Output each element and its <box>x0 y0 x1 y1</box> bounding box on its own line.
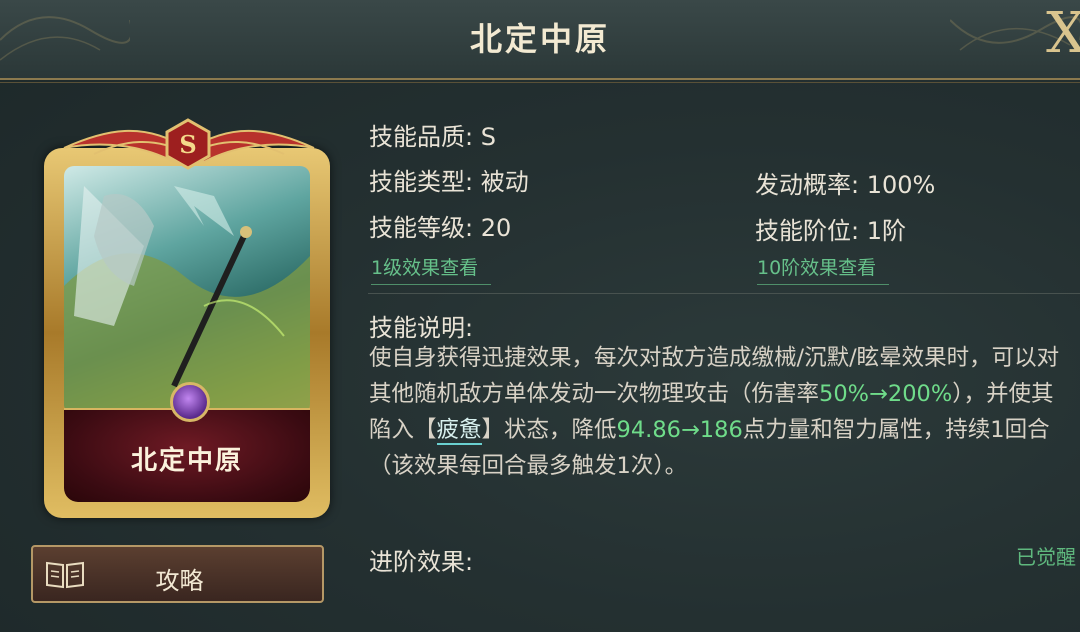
skill-quality: 技能品质: S <box>369 123 496 151</box>
advance-effect-title: 进阶效果: <box>369 548 474 576</box>
grade-badge: S <box>165 118 211 170</box>
guide-button-label: 攻略 <box>155 567 204 595</box>
trigger-rate: 发动概率: 100% <box>755 171 936 199</box>
description-title: 技能说明: <box>369 314 474 342</box>
attribute-reduce-range: 94.86→186 <box>616 417 743 443</box>
guide-button[interactable]: 攻略 <box>31 545 324 603</box>
awakened-status: 已觉醒 <box>1016 545 1076 569</box>
artwork-image <box>64 186 310 414</box>
skill-type: 技能类型: 被动 <box>369 168 529 196</box>
card-name: 北定中原 <box>130 446 243 476</box>
title-bar: 北定中原 X <box>0 0 1080 80</box>
tier10-effect-link[interactable]: 10阶效果查看 <box>757 253 876 280</box>
card-artwork <box>64 166 310 414</box>
skill-tier: 技能阶位: 1阶 <box>755 217 906 245</box>
level1-link-underline <box>371 284 491 285</box>
card-name-panel: 北定中原 <box>64 408 310 502</box>
section-divider <box>368 293 1080 294</box>
skill-level: 技能等级: 20 <box>369 214 512 242</box>
damage-rate-range: 50%→200% <box>819 381 953 407</box>
desc-text-3: 】状态，降低 <box>481 417 617 443</box>
header-divider <box>0 82 1080 83</box>
level1-effect-link[interactable]: 1级效果查看 <box>371 253 478 280</box>
skill-card: S 北定中原 <box>44 110 334 522</box>
close-button[interactable]: X <box>1046 6 1080 62</box>
tier10-link-underline <box>757 284 889 285</box>
skill-description: 使自身获得迅捷效果，每次对敌方造成缴械/沉默/眩晕效果时，可以对其他随机敌方单体… <box>369 340 1069 484</box>
gem-icon <box>170 382 210 422</box>
page-title: 北定中原 <box>469 20 610 58</box>
grade-letter: S <box>179 130 196 159</box>
status-fatigue-link[interactable]: 疲惫 <box>436 417 482 445</box>
